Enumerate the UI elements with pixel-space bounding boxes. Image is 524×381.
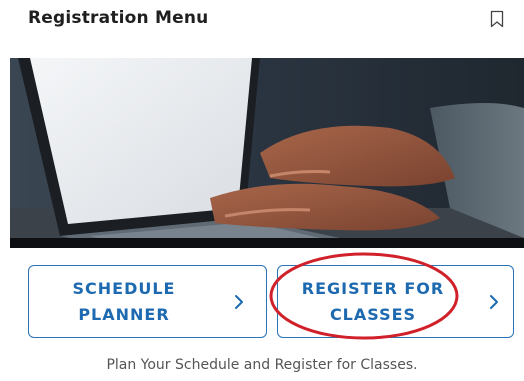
register-for-classes-label: REGISTER FOR CLASSES bbox=[301, 279, 445, 324]
card-header: Registration Menu bbox=[28, 8, 508, 34]
schedule-planner-button[interactable]: SCHEDULE PLANNER bbox=[28, 265, 267, 338]
bookmark-icon[interactable] bbox=[490, 10, 504, 28]
chevron-right-icon bbox=[490, 295, 498, 309]
card-title: Registration Menu bbox=[28, 8, 209, 28]
register-for-classes-button[interactable]: REGISTER FOR CLASSES bbox=[277, 265, 514, 338]
registration-menu-card: Registration Menu SCHEDULE PLANNER REGIS… bbox=[0, 0, 524, 381]
schedule-planner-label: SCHEDULE PLANNER bbox=[72, 279, 176, 324]
hero-image bbox=[10, 58, 524, 248]
chevron-right-icon bbox=[235, 295, 243, 309]
action-buttons: SCHEDULE PLANNER REGISTER FOR CLASSES bbox=[28, 265, 514, 340]
caption-text: Plan Your Schedule and Register for Clas… bbox=[106, 357, 418, 373]
